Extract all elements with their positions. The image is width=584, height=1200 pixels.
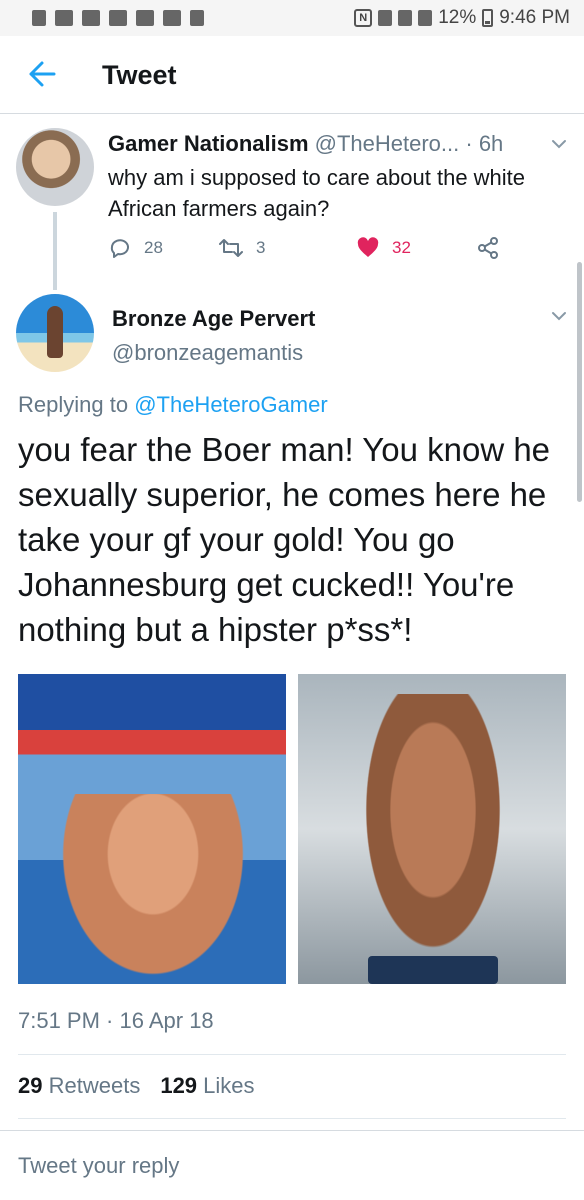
photo-subject-trunks bbox=[368, 956, 498, 984]
tweet-author-avatar[interactable] bbox=[16, 294, 94, 372]
photo-subject bbox=[48, 794, 258, 984]
divider bbox=[18, 1054, 566, 1055]
like-count: 32 bbox=[392, 238, 411, 257]
reply-input[interactable]: Tweet your reply bbox=[18, 1153, 566, 1179]
parent-tweet-header: Gamer Nationalism @TheHetero... · 6h bbox=[108, 131, 503, 157]
status-bar: N 12% 9:46 PM bbox=[0, 0, 584, 36]
alert-icon bbox=[32, 10, 46, 26]
mail-icon bbox=[55, 10, 73, 26]
retweets-stat-label: Retweets bbox=[48, 1073, 141, 1098]
parent-tweet-text: why am i supposed to care about the whit… bbox=[108, 165, 526, 221]
cloud-icon bbox=[109, 10, 127, 26]
retweet-count: 3 bbox=[256, 238, 266, 257]
retweets-stat-count: 29 bbox=[18, 1073, 43, 1098]
chevron-down-icon[interactable] bbox=[551, 308, 567, 324]
page-title: Tweet bbox=[102, 60, 177, 90]
parent-tweet-author-handle[interactable]: @TheHetero... bbox=[315, 131, 460, 156]
replying-to: Replying to @TheHeteroGamer bbox=[18, 392, 328, 418]
parent-tweet-avatar[interactable] bbox=[16, 128, 94, 206]
notification-icons bbox=[32, 10, 204, 26]
photo-subject bbox=[348, 694, 518, 984]
reply-icon bbox=[110, 239, 129, 258]
wifi-icon bbox=[398, 10, 413, 26]
parent-tweet-actions: 28 3 32 bbox=[0, 236, 584, 264]
replying-to-label: Replying to bbox=[18, 392, 135, 417]
mute-icon bbox=[378, 10, 393, 26]
nfc-icon: N bbox=[354, 9, 373, 27]
likes-stat-count: 129 bbox=[160, 1073, 198, 1098]
tweet-stats: 29 Retweets 129 Likes bbox=[18, 1073, 255, 1099]
replying-to-link[interactable]: @TheHeteroGamer bbox=[134, 392, 328, 417]
reply-button[interactable]: 28 bbox=[108, 236, 163, 260]
reply-bar: Tweet your reply bbox=[0, 1130, 584, 1200]
like-button[interactable]: 32 bbox=[356, 236, 411, 260]
share-icon bbox=[478, 237, 498, 259]
tweet-timestamp: 7:51 PM · 16 Apr 18 bbox=[18, 1008, 214, 1033]
back-arrow-icon[interactable] bbox=[28, 60, 56, 88]
tweet-photo-2[interactable] bbox=[298, 674, 566, 984]
share-button[interactable] bbox=[476, 236, 500, 260]
parent-tweet-author-name[interactable]: Gamer Nationalism bbox=[108, 131, 309, 156]
system-icons: N 12% 9:46 PM bbox=[354, 7, 570, 29]
retweet-icon bbox=[219, 239, 243, 257]
tweet-author-name[interactable]: Bronze Age Pervert bbox=[112, 306, 315, 332]
signal-icon bbox=[418, 10, 433, 26]
battery-percent: 12% bbox=[438, 7, 477, 28]
missed-call-icon bbox=[82, 10, 100, 26]
voicemail-icon bbox=[136, 10, 154, 26]
image-icon bbox=[163, 10, 181, 26]
tweet-author-handle[interactable]: @bronzeagemantis bbox=[112, 340, 303, 366]
likes-stat-label: Likes bbox=[203, 1073, 255, 1098]
clock: 9:46 PM bbox=[499, 7, 570, 28]
check-icon bbox=[190, 10, 204, 26]
tweet-text: you fear the Boer man! You know he sexua… bbox=[18, 431, 551, 648]
app-bar: Tweet bbox=[0, 36, 584, 114]
retweets-stat[interactable]: 29 Retweets bbox=[18, 1073, 140, 1099]
heart-icon bbox=[357, 237, 379, 257]
parent-tweet-time: · 6h bbox=[459, 131, 504, 156]
retweet-button[interactable]: 3 bbox=[218, 236, 265, 260]
chevron-down-icon[interactable] bbox=[551, 136, 567, 152]
battery-icon bbox=[482, 9, 494, 27]
reply-count: 28 bbox=[144, 238, 163, 257]
tweet-photo-1[interactable] bbox=[18, 674, 286, 984]
divider bbox=[18, 1118, 566, 1119]
scrollbar[interactable] bbox=[577, 262, 582, 502]
likes-stat[interactable]: 129 Likes bbox=[160, 1073, 254, 1099]
